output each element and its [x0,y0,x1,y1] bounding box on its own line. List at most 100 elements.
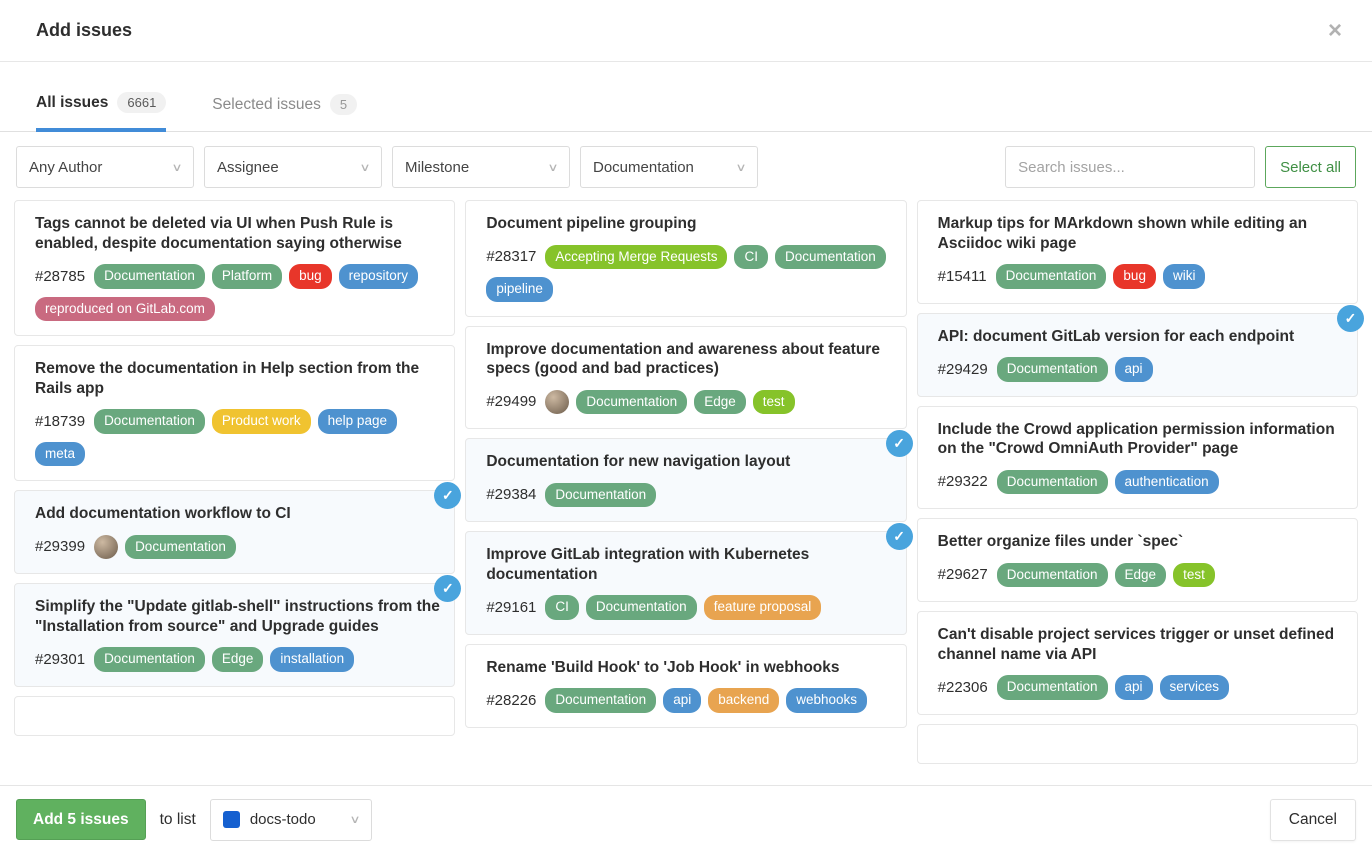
issue-id: #22306 [938,679,988,696]
issue-meta-row: #29627DocumentationEdgetest [938,563,1343,588]
tab-all-issues-count: 6661 [117,92,166,113]
issue-label: Documentation [997,470,1108,495]
issue-id: #29301 [35,651,85,668]
issue-card[interactable]: Include the Crowd application permission… [917,406,1358,510]
issue-label: help page [318,409,397,434]
selected-check-icon: ✓ [886,523,913,550]
select-all-button[interactable]: Select all [1265,146,1356,188]
issue-title: Include the Crowd application permission… [938,420,1343,459]
issue-id: #29429 [938,361,988,378]
issue-label: Documentation [576,390,687,415]
selected-check-icon: ✓ [1337,305,1364,332]
issue-id: #29399 [35,538,85,555]
issue-title: Better organize files under `spec` [938,532,1343,552]
close-icon[interactable]: × [1328,19,1342,43]
issue-label: Documentation [545,688,656,713]
selected-check-icon: ✓ [434,482,461,509]
issue-id: #28317 [486,248,536,265]
tab-bar: All issues 6661 Selected issues 5 [0,62,1372,132]
list-select-dropdown[interactable]: docs-todo ∨ [210,799,372,841]
issue-label: authentication [1115,470,1219,495]
issue-card[interactable]: Can't disable project services trigger o… [917,611,1358,715]
cancel-button[interactable]: Cancel [1270,799,1356,841]
issue-title: Remove the documentation in Help section… [35,359,440,398]
label-filter-value: Documentation [593,159,694,176]
issue-meta-row: #29429Documentationapi [938,357,1343,382]
issue-label: Documentation [94,409,205,434]
issue-meta-row: #28226Documentationapibackendwebhooks [486,688,891,713]
issue-card[interactable]: ✓Simplify the "Update gitlab-shell" inst… [14,583,455,687]
issue-label: Documentation [94,264,205,289]
issue-meta-row: #29384Documentation [486,483,891,508]
issue-label: Platform [212,264,282,289]
issue-label: installation [270,647,354,672]
issue-label: Documentation [997,563,1108,588]
issue-card[interactable]: Tags cannot be deleted via UI when Push … [14,200,455,336]
issue-card[interactable]: Remove the documentation in Help section… [14,345,455,481]
list-color-swatch [223,811,240,828]
tab-selected-issues-label: Selected issues [212,96,321,114]
issue-label: pipeline [486,277,553,302]
issue-card-partial[interactable] [917,724,1358,764]
issue-label: wiki [1163,264,1206,289]
issue-card[interactable]: Rename 'Build Hook' to 'Job Hook' in web… [465,644,906,728]
milestone-filter-dropdown[interactable]: Milestone ∨ [392,146,570,188]
issue-title: Improve documentation and awareness abou… [486,340,891,379]
issue-title: Documentation for new navigation layout [486,452,891,472]
issue-title: Add documentation workflow to CI [35,504,440,524]
page-title: Add issues [36,20,132,41]
issue-card[interactable]: ✓API: document GitLab version for each e… [917,313,1358,397]
search-input[interactable] [1005,146,1255,188]
issue-label: test [753,390,795,415]
issue-label: CI [545,595,579,620]
issue-card[interactable]: Better organize files under `spec` #29627… [917,518,1358,602]
tab-selected-issues[interactable]: Selected issues 5 [212,92,357,132]
issue-id: #15411 [938,268,987,285]
add-issues-button[interactable]: Add 5 issues [16,799,146,840]
assignee-avatar [94,535,118,559]
issue-meta-row: #18739DocumentationProduct workhelp page… [35,409,440,466]
issue-card[interactable]: Markup tips for MArkdown shown while edi… [917,200,1358,304]
issue-label: services [1160,675,1230,700]
issue-label: api [1115,675,1153,700]
issue-label: reproduced on GitLab.com [35,297,215,322]
issue-label: api [663,688,701,713]
issue-title: Can't disable project services trigger o… [938,625,1343,664]
issue-meta-row: #29301 Documentation Edgeinstallation [35,647,440,672]
tab-all-issues-label: All issues [36,94,108,112]
modal-footer: Add 5 issues to list docs-todo ∨ Cancel [0,785,1372,853]
issue-meta-row: #29161CIDocumentationfeature proposal [486,595,891,620]
list-select-value: docs-todo [250,811,316,828]
chevron-down-icon: ∨ [171,161,182,174]
assignee-avatar [545,390,569,414]
issue-title: Document pipeline grouping [486,214,891,234]
assignee-filter-dropdown[interactable]: Assignee ∨ [204,146,382,188]
tab-all-issues[interactable]: All issues 6661 [36,92,166,132]
issue-id: #29499 [486,393,536,410]
issue-meta-row: #28317Accepting Merge RequestsCIDocument… [486,245,891,302]
issue-meta-row: #22306Documentationapiservices [938,675,1343,700]
issue-card[interactable]: Document pipeline grouping #28317Acceptin… [465,200,906,317]
issue-id: #29322 [938,473,988,490]
issue-card-partial[interactable] [14,696,455,736]
author-filter-dropdown[interactable]: Any Author ∨ [16,146,194,188]
chevron-down-icon: ∨ [735,161,746,174]
issue-label: webhooks [786,688,867,713]
issue-card[interactable]: Improve documentation and awareness abou… [465,326,906,430]
issue-label: Edge [212,647,264,672]
issue-label: Documentation [775,245,886,270]
issue-id: #29627 [938,566,988,583]
issue-label: Edge [1115,563,1167,588]
issue-card[interactable]: ✓Documentation for new navigation layout… [465,438,906,522]
modal-header: Add issues × [0,0,1372,62]
issue-label: feature proposal [704,595,822,620]
issues-column-2: Document pipeline grouping #28317Acceptin… [465,200,906,779]
filter-bar: Any Author ∨ Assignee ∨ Milestone ∨ Docu… [16,146,1356,188]
issue-meta-row: #29399Documentation [35,535,440,560]
label-filter-dropdown[interactable]: Documentation ∨ [580,146,758,188]
issue-label: Documentation [94,647,205,672]
issue-id: #28785 [35,268,85,285]
issue-card[interactable]: ✓Add documentation workflow to CI#29399D… [14,490,455,574]
selected-check-icon: ✓ [886,430,913,457]
issue-card[interactable]: ✓Improve GitLab integration with Kuberne… [465,531,906,635]
